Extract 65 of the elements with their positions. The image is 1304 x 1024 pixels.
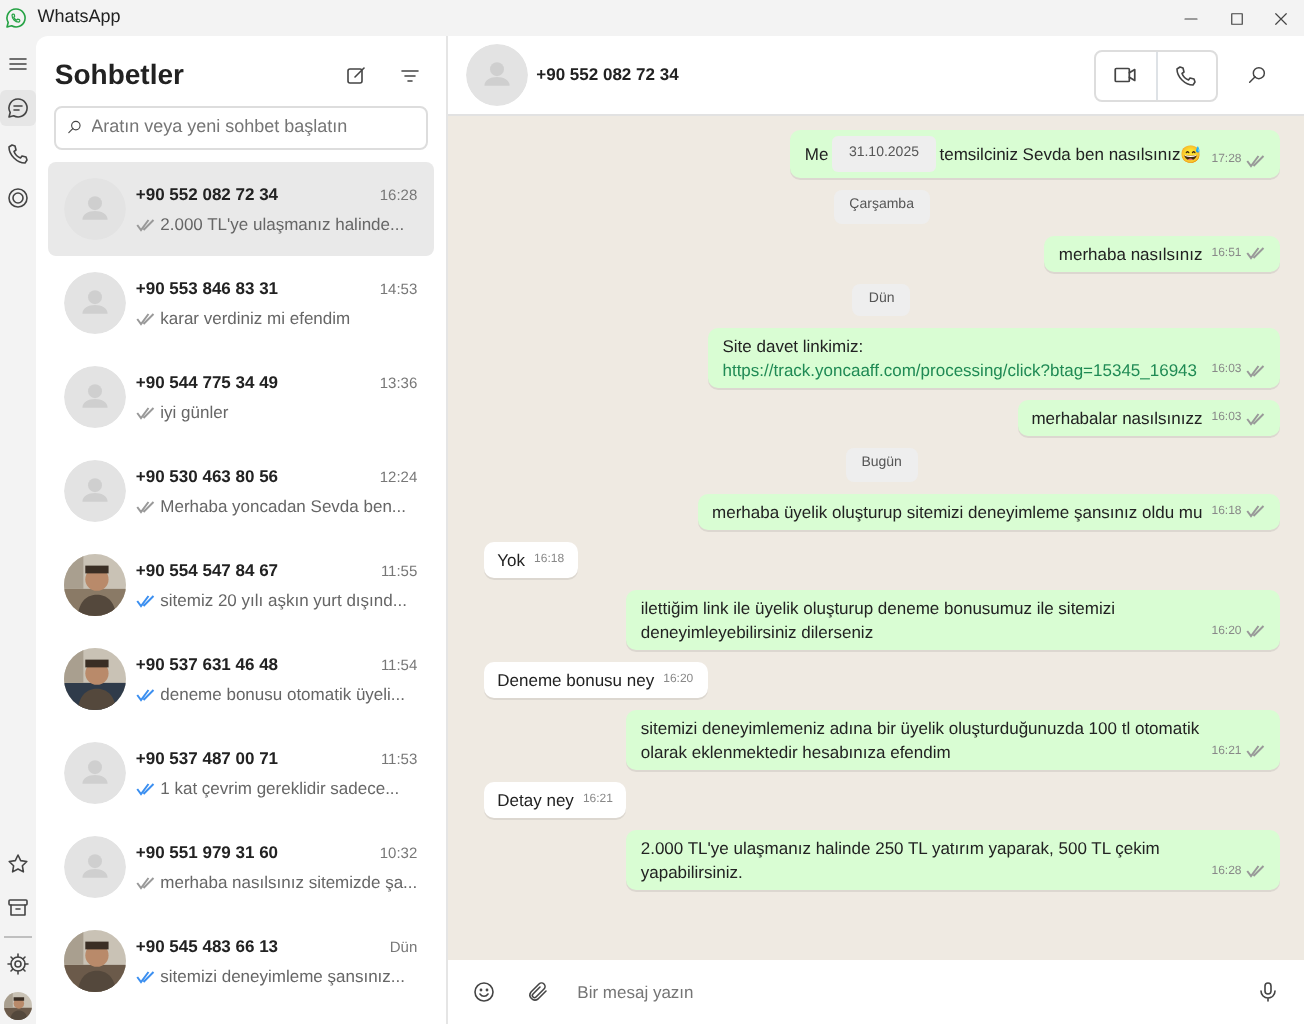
message-text: merhaba üyelik oluşturup sitemizi deneyimleme şansınız oldu mu [712,499,1203,523]
contact-name: +90 537 487 00 71 [135,745,279,772]
message-text: Site davet linkimiz: https://track.yoncaaff.com/processing/click?btag=15345_16943 [722,334,1200,382]
search-icon [65,118,83,136]
link[interactable]: https://track.yoncaaff.com/processing/click?btag=15345_16943 [722,358,1198,382]
double-check-icon [1246,411,1266,425]
message-text: Deneme bonusu ney [497,667,655,691]
whatsapp-logo-icon [4,6,29,30]
message-preview: merhaba nasılsınız sitemizde şa... [160,869,418,896]
phone-icon [6,141,31,165]
search-input[interactable]: Aratın veya yeni sohbet başlatın [87,111,417,143]
message-text: sitemizi deneyimlemeniz adına bir üyelik oluşturduğunuzda 100 tl otomatik olarak eklenmektedir hesabınıza efendim [640,715,1202,763]
search-icon [1245,64,1267,86]
sidebar-title: Sohbetler [54,56,184,94]
window-title: WhatsApp [37,4,121,31]
star-icon [6,851,31,876]
contact-name: +90 530 463 80 56 [135,463,279,490]
maximize-icon[interactable] [1227,9,1246,27]
double-check-icon [1246,624,1266,638]
message-preview: 2.000 TL'ye ulaşmanız halinde... [160,211,405,238]
microphone-icon [1256,980,1280,1004]
settings-icon [6,952,31,977]
double-check-icon [1246,246,1266,260]
status-icon [6,186,31,210]
message-input[interactable]: Bir mesaj yazın [573,977,1232,1007]
contact-name: +90 554 547 84 67 [135,557,279,584]
message-preview: 1 kat çevrim gereklidir sadece... [160,775,400,802]
double-check-icon [1246,864,1266,878]
contact-name: +90 544 775 34 49 [135,369,279,396]
archive-icon [6,896,31,921]
message-preview: deneme bonusu otomatik üyeli... [160,681,406,708]
message-text: ilettiğim link ile üyelik oluşturup deneme bonusumuz ile sitemizi deneyimleyebilirsiniz dilerseniz [640,595,1118,643]
double-check-icon [1246,153,1266,167]
video-camera-icon [1112,62,1138,88]
double-check-icon [1246,744,1266,758]
contact-name: +90 551 979 31 60 [135,839,279,866]
contact-name: +90 552 082 72 34 [135,181,279,208]
double-check-icon [1246,504,1266,518]
message-text: 2.000 TL'ye ulaşmanız halinde 250 TL yatırım yaparak, 500 TL çekim yapabilirsiniz. [640,835,1162,883]
message-preview: sitemiz 20 yılı aşkın yurt dışınd... [160,587,407,614]
message-text: temsilciniz Sevda ben nasılsınız😅 [939,142,1203,166]
message-text: merhaba nasılsınız [1058,241,1203,265]
phone-icon [1174,63,1198,87]
message-text: Me [804,142,829,166]
message-preview: sitemizi deneyimleme şansınız... [160,963,405,990]
contact-name: +90 553 846 83 31 [135,275,279,302]
search-field[interactable]: Aratın veya yeni sohbet başlatın [54,105,428,149]
message-composer[interactable]: Bir mesaj yazın [447,960,1304,1024]
avatar-icon [465,44,528,106]
chat-bubble-tab[interactable] [0,90,37,126]
message-text: merhabalar nasılsınızz [1031,406,1203,430]
edit-icon [343,63,368,87]
close-icon[interactable] [1272,9,1291,27]
smiley-icon [471,980,496,1004]
paperclip-icon [525,980,550,1004]
contact-name: +90 552 082 72 34 [536,62,679,88]
contact-name: +90 537 631 46 48 [135,651,279,678]
contact-name: +90 545 483 66 13 [135,933,279,960]
chat-bubble-icon [6,96,31,120]
double-check-icon [1246,363,1266,377]
message-text: Yok [497,547,526,571]
message-text: Detay ney [497,787,574,811]
message-preview: iyi günler [160,399,229,426]
message-preview: karar verdiniz mi efendim [160,305,351,332]
message-preview: Merhaba yoncadan Sevda ben... [160,493,407,520]
